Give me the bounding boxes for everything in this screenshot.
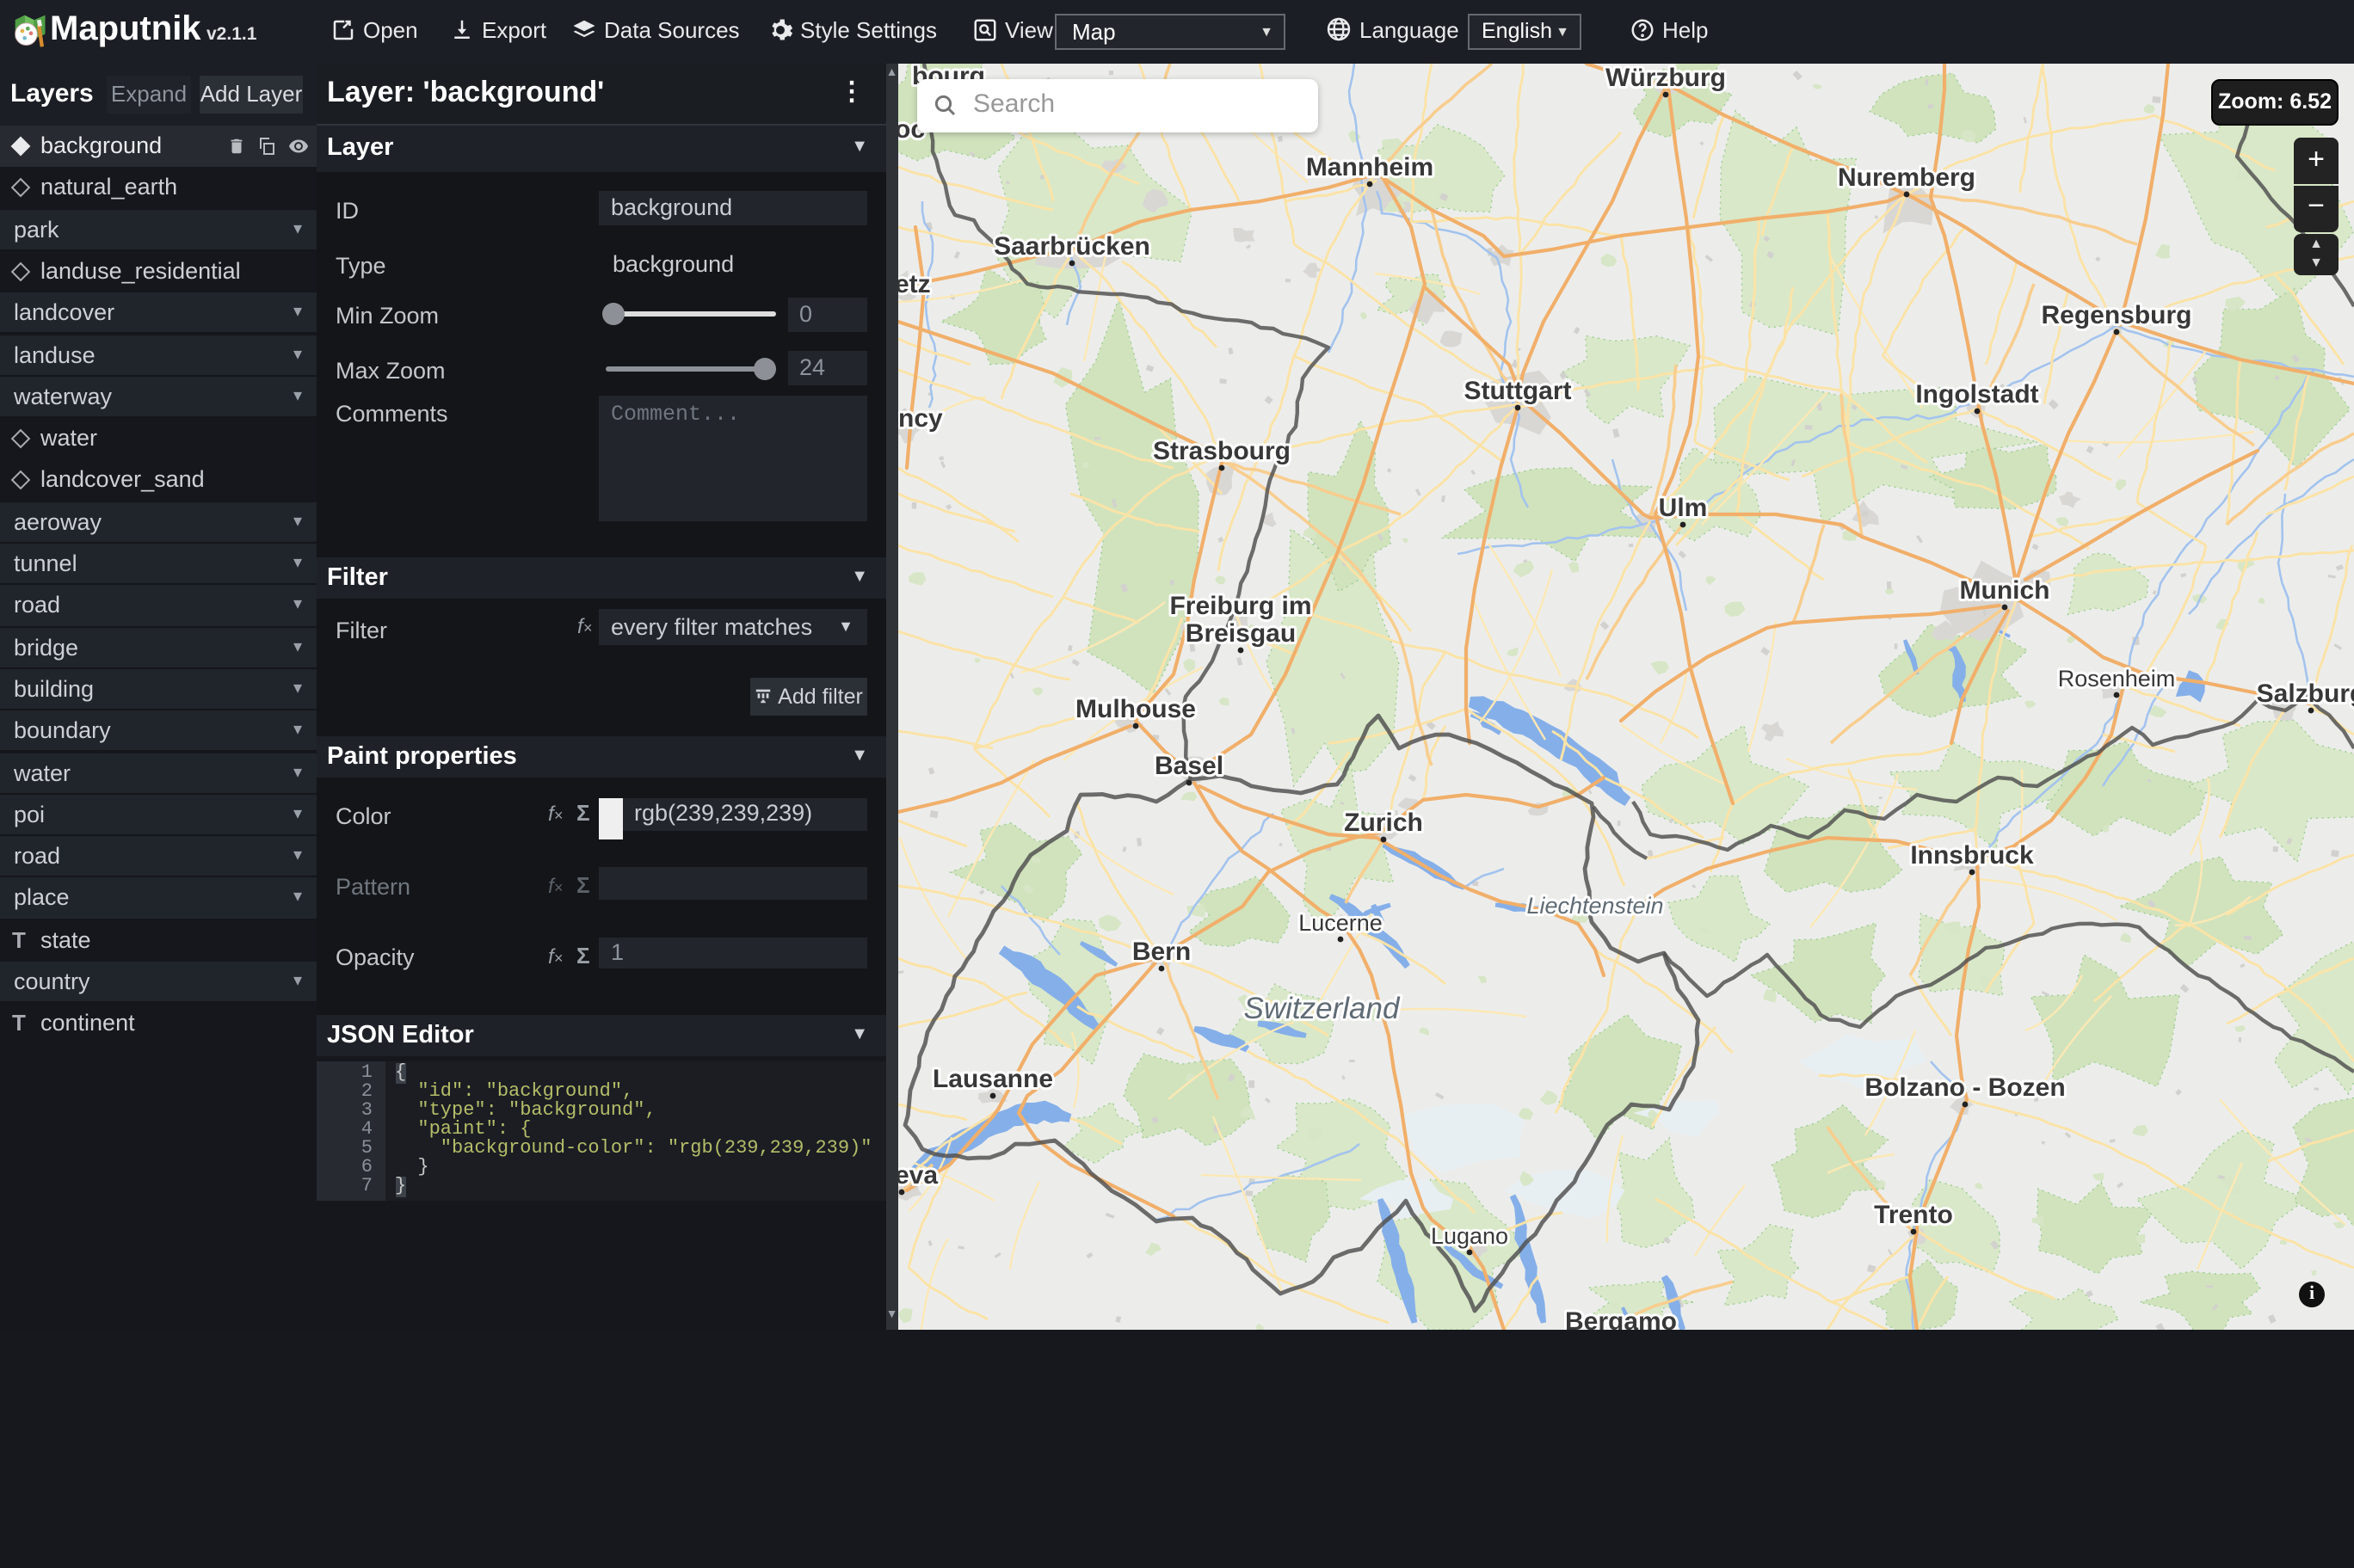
svg-text:Innsbruck: Innsbruck bbox=[1910, 840, 2034, 869]
svg-text:Saarbrücken: Saarbrücken bbox=[994, 231, 1150, 260]
svg-text:Trento: Trento bbox=[1874, 1200, 1953, 1228]
svg-text:Freiburg im: Freiburg im bbox=[1169, 591, 1311, 619]
svg-text:Bergamo: Bergamo bbox=[1565, 1307, 1677, 1329]
svg-text:Lausanne: Lausanne bbox=[933, 1064, 1053, 1092]
svg-text:Rosenheim: Rosenheim bbox=[2058, 665, 2176, 691]
svg-text:Munich: Munich bbox=[1960, 575, 2050, 604]
svg-text:Mannheim: Mannheim bbox=[1306, 152, 1433, 181]
svg-text:Bolzano - Bozen: Bolzano - Bozen bbox=[1864, 1073, 2065, 1101]
svg-text:Regensburg: Regensburg bbox=[2041, 300, 2191, 329]
svg-text:Lugano: Lugano bbox=[1431, 1222, 1508, 1248]
svg-text:Lucerne: Lucerne bbox=[1298, 909, 1383, 935]
svg-text:eva: eva bbox=[898, 1160, 938, 1189]
svg-text:Ulm: Ulm bbox=[1659, 493, 1708, 521]
svg-text:Würzburg: Würzburg bbox=[1605, 63, 1726, 91]
svg-text:Zurich: Zurich bbox=[1344, 808, 1423, 836]
svg-text:Breisgau: Breisgau bbox=[1186, 618, 1296, 647]
svg-text:etz: etz bbox=[898, 269, 931, 298]
svg-text:ncy: ncy bbox=[898, 403, 943, 432]
svg-text:Stuttgart: Stuttgart bbox=[1464, 376, 1572, 404]
svg-text:Strasbourg: Strasbourg bbox=[1153, 436, 1291, 464]
svg-text:Salzburg: Salzburg bbox=[2257, 679, 2354, 707]
svg-text:Liechtenstein: Liechtenstein bbox=[1526, 892, 1663, 918]
svg-text:Mulhouse: Mulhouse bbox=[1075, 694, 1196, 723]
svg-text:Basel: Basel bbox=[1155, 751, 1223, 779]
svg-text:Switzerland: Switzerland bbox=[1244, 991, 1401, 1024]
svg-text:Ingolstadt: Ingolstadt bbox=[1915, 379, 2038, 408]
svg-text:Nuremberg: Nuremberg bbox=[1838, 163, 1975, 191]
svg-text:Bern: Bern bbox=[1132, 937, 1191, 965]
